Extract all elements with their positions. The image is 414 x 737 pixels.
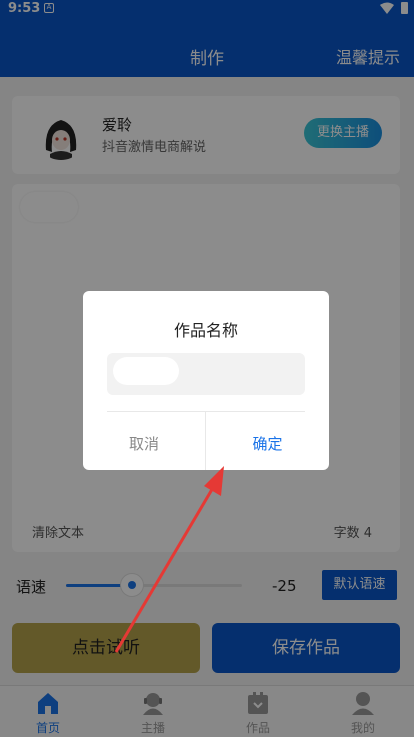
work-name-dialog: 作品名称 取消 确定 (83, 291, 329, 470)
dialog-confirm-button[interactable]: 确定 (206, 433, 329, 454)
dialog-divider (107, 411, 305, 412)
work-name-value (113, 357, 179, 385)
dialog-cancel-button[interactable]: 取消 (83, 433, 205, 454)
dialog-title: 作品名称 (173, 321, 238, 340)
